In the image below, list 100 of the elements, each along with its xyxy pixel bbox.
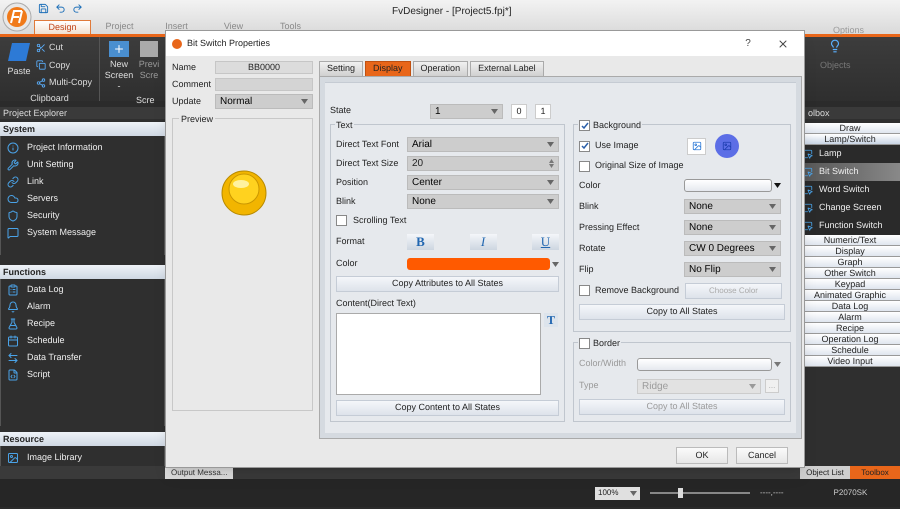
state-button[interactable]: 0 (511, 104, 527, 118)
checkbox-label: Remove Background (595, 284, 680, 297)
field-label: Name (172, 61, 198, 74)
dropdown[interactable]: None (684, 199, 781, 214)
save-icon[interactable] (38, 3, 49, 14)
color-dropdown[interactable] (407, 256, 559, 272)
section-header[interactable]: Functions (0, 264, 165, 279)
checkbox[interactable] (579, 120, 590, 132)
field-label: Direct Text Size (336, 156, 400, 170)
slider-thumb[interactable] (678, 488, 683, 498)
explorer-item[interactable]: Data Log (27, 283, 64, 297)
checkbox-label: Scrolling Text (353, 214, 406, 227)
image-icon (7, 452, 19, 464)
checkbox[interactable] (579, 338, 590, 350)
checkbox[interactable] (579, 285, 590, 296)
ribbon-tab[interactable]: Design (34, 20, 91, 34)
zoom-slider[interactable] (650, 488, 750, 498)
close-icon (777, 38, 789, 50)
explorer-item[interactable]: Image Library (27, 450, 82, 464)
dialog-tab[interactable]: Setting (319, 61, 364, 76)
explorer-item[interactable]: Unit Setting (27, 158, 74, 172)
bell-icon (7, 301, 19, 314)
caret-icon (769, 246, 776, 251)
scissors-icon[interactable] (36, 42, 46, 53)
checkbox-label: Original Size of Image (595, 159, 684, 172)
checkbox-label: Use Image (595, 139, 640, 152)
field-label: Color/Width (579, 357, 628, 370)
message-icon (7, 226, 19, 238)
dropdown[interactable]: 1 (430, 104, 503, 118)
content-text-area[interactable] (336, 312, 541, 394)
caret-icon (547, 199, 554, 204)
undo-icon[interactable] (55, 3, 66, 14)
copy-button[interactable]: Copy Attributes to All States (336, 276, 559, 292)
checkbox[interactable] (336, 215, 347, 226)
dropdown[interactable]: CW 0 Degrees (684, 241, 781, 256)
redo-icon[interactable] (72, 3, 83, 14)
ribbon-group-label: Scre (136, 94, 156, 107)
field-label: Format (336, 235, 366, 248)
field-label: Type (579, 379, 600, 392)
explorer-item[interactable]: Data Transfer (27, 351, 82, 365)
image-icon (722, 141, 732, 151)
calendar-icon (7, 335, 19, 348)
field-label: Pressing Effect (579, 220, 640, 234)
explorer-item[interactable]: Recipe (27, 317, 56, 331)
multi-copy-icon[interactable] (36, 78, 46, 88)
checkbox[interactable] (579, 140, 590, 152)
explorer-item[interactable]: Alarm (27, 300, 51, 314)
help-button[interactable]: ? (733, 36, 763, 51)
copy-button[interactable]: Copy to All States (579, 304, 785, 320)
format-button[interactable]: B (407, 234, 434, 250)
dialog-tab[interactable]: Operation (412, 61, 468, 76)
color-dropdown[interactable] (684, 178, 781, 193)
dialog-tab[interactable]: External Label (470, 61, 544, 76)
dropdown[interactable]: Normal (215, 94, 313, 109)
panel-tab[interactable]: Object List (800, 466, 850, 479)
explorer-item[interactable]: Schedule (27, 334, 65, 348)
state-button[interactable]: 1 (535, 104, 551, 118)
coordinates: ----,---- (760, 487, 784, 499)
dialog-button[interactable]: OK (676, 447, 728, 464)
text-style-button[interactable]: T (544, 312, 558, 326)
dropdown[interactable]: Center (407, 175, 559, 190)
dropdown[interactable]: None (407, 194, 559, 209)
caret-icon (547, 142, 554, 147)
section-header[interactable]: System (0, 122, 165, 136)
caret-icon (774, 183, 781, 188)
explorer-item[interactable]: Project Information (27, 140, 103, 154)
image-library-button[interactable] (687, 138, 706, 154)
format-button[interactable]: I (470, 234, 496, 250)
section-header[interactable]: Resource (0, 432, 165, 446)
color-dropdown[interactable] (637, 356, 781, 372)
new-screen-icon[interactable] (109, 41, 129, 57)
field-label: Color (336, 257, 359, 270)
copy-icon[interactable] (36, 60, 46, 70)
dropdown[interactable]: No Flip (684, 262, 781, 277)
explorer-item[interactable]: Link (27, 174, 44, 188)
paste-icon[interactable] (6, 41, 32, 63)
explorer-item[interactable]: Script (27, 368, 50, 382)
dialog-tab[interactable]: Display (365, 61, 411, 76)
zoom-dropdown[interactable]: 100% (595, 486, 640, 500)
format-button[interactable]: U (532, 234, 559, 250)
spin-field[interactable]: 20 (407, 156, 559, 171)
explorer-item[interactable]: Servers (27, 192, 58, 206)
dropdown[interactable]: None (684, 220, 781, 235)
copy-button[interactable]: Copy Content to All States (336, 400, 559, 416)
explorer-item[interactable]: Security (27, 208, 60, 222)
comment-field[interactable] (215, 78, 313, 91)
dialog-button[interactable]: Cancel (736, 447, 788, 464)
field-label: Color (579, 178, 602, 192)
image-select-button[interactable] (715, 134, 739, 158)
dropdown[interactable]: Arial (407, 137, 559, 152)
panel-title: Project Explorer (0, 107, 165, 119)
clipboard-icon (7, 284, 19, 296)
group-title: Border (593, 337, 620, 350)
caret-icon (491, 108, 498, 114)
panel-tab[interactable]: Toolbox (850, 466, 900, 479)
name-field[interactable]: BB0000 (215, 61, 313, 74)
explorer-item[interactable]: System Message (27, 226, 96, 240)
field-label: Blink (579, 200, 600, 213)
checkbox[interactable] (579, 160, 590, 172)
field-label: Content(Direct Text) (336, 297, 417, 310)
